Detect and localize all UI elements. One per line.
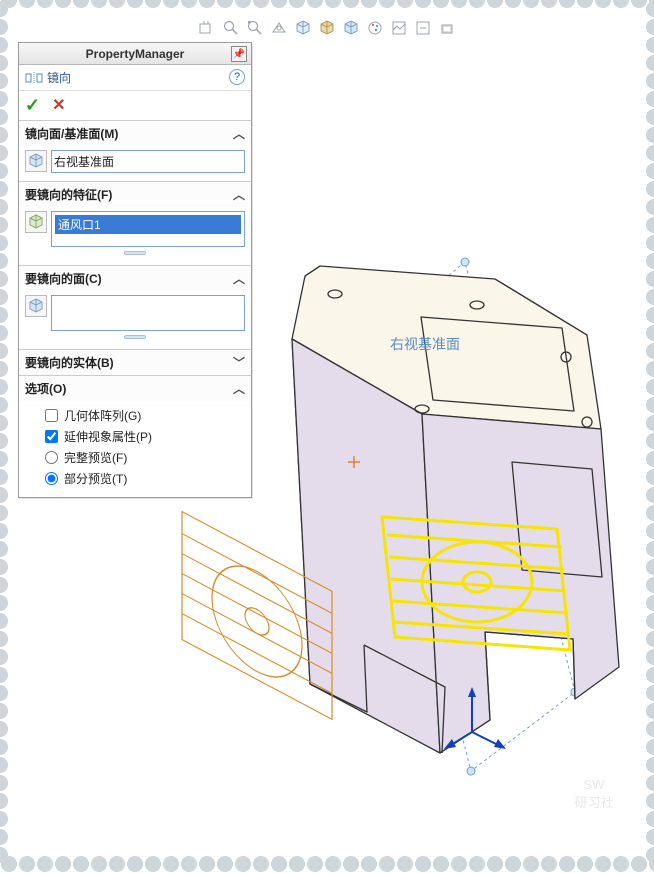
features-label: 要镜向的特征(F)	[25, 186, 112, 203]
geometry-pattern-label: 几何体阵列(G)	[64, 407, 141, 424]
pin-panel-button[interactable]: 📌	[231, 46, 247, 62]
heads-up-view-toolbar	[12, 18, 642, 38]
zoom-to-fit-icon[interactable]	[197, 18, 217, 38]
apply-scene-icon[interactable]	[389, 18, 409, 38]
resize-handle[interactable]	[25, 249, 245, 257]
mirror-plane-label: 镜向面/基准面(M)	[25, 125, 118, 142]
cancel-button[interactable]: ✕	[52, 95, 65, 116]
view-cube-icon[interactable]	[437, 18, 457, 38]
features-section: 要镜向的特征(F) ︿ 通风口1	[19, 181, 251, 265]
features-listbox[interactable]: 通风口1	[51, 211, 245, 247]
bodies-section: 要镜向的实体(B) ﹀	[19, 349, 251, 375]
section-view-icon[interactable]	[269, 18, 289, 38]
full-preview-radio[interactable]	[45, 451, 58, 464]
ok-button[interactable]: ✓	[25, 95, 40, 116]
collapse-icon[interactable]: ︿	[233, 186, 245, 203]
features-selected-item[interactable]: 通风口1	[55, 215, 241, 234]
confirm-row: ✓ ✕	[19, 91, 251, 120]
view-orientation-icon[interactable]	[293, 18, 313, 38]
collapse-icon[interactable]: ︿	[233, 270, 245, 287]
partial-preview-radio[interactable]	[45, 472, 58, 485]
hide-show-items-icon[interactable]	[341, 18, 361, 38]
full-preview-row: 完整预览(F)	[25, 447, 245, 468]
full-preview-label: 完整预览(F)	[64, 449, 127, 466]
mirror-plane-header[interactable]: 镜向面/基准面(M) ︿	[19, 121, 251, 146]
options-section: 选项(O) ︿ 几何体阵列(G) 延伸视象属性(P) 完整预览(F)	[19, 375, 251, 497]
view-setting-dropdown-icon[interactable]	[413, 18, 433, 38]
geometry-pattern-checkbox[interactable]	[45, 409, 58, 422]
feature-title-row: 镜向 ?	[19, 65, 251, 91]
edit-appearance-icon[interactable]	[365, 18, 385, 38]
faces-header[interactable]: 要镜向的面(C) ︿	[19, 266, 251, 291]
propagate-visual-label: 延伸视象属性(P)	[64, 428, 152, 445]
property-manager-panel: PropertyManager 📌 镜向 ? ✓ ✕ 镜向面/基准面(M) ︿	[18, 42, 252, 498]
partial-preview-label: 部分预览(T)	[64, 470, 127, 487]
faces-listbox[interactable]	[51, 295, 245, 331]
options-header[interactable]: 选项(O) ︿	[19, 376, 251, 401]
zoom-area-icon[interactable]	[221, 18, 241, 38]
panel-title: PropertyManager	[86, 47, 185, 61]
features-header[interactable]: 要镜向的特征(F) ︿	[19, 182, 251, 207]
collapse-icon[interactable]: ︿	[233, 380, 245, 397]
faces-label: 要镜向的面(C)	[25, 270, 102, 287]
plane-label[interactable]: 右视基准面	[390, 334, 460, 354]
expand-icon[interactable]: ﹀	[233, 354, 245, 371]
bodies-header[interactable]: 要镜向的实体(B) ﹀	[19, 350, 251, 375]
feature-name-label: 镜向	[47, 69, 71, 86]
face-selector-icon[interactable]	[25, 295, 47, 317]
propagate-visual-checkbox[interactable]	[45, 430, 58, 443]
resize-handle[interactable]	[25, 333, 245, 341]
display-style-icon[interactable]	[317, 18, 337, 38]
help-button[interactable]: ?	[229, 69, 245, 85]
mirror-plane-section: 镜向面/基准面(M) ︿ 右视基准面	[19, 120, 251, 181]
watermark: SW 研习社	[564, 764, 624, 824]
options-label: 选项(O)	[25, 380, 66, 397]
mirror-plane-listbox[interactable]: 右视基准面	[51, 150, 245, 173]
partial-preview-row: 部分预览(T)	[25, 468, 245, 489]
previous-view-icon[interactable]	[245, 18, 265, 38]
geometry-pattern-row: 几何体阵列(G)	[25, 405, 245, 426]
plane-selector-icon[interactable]	[25, 150, 47, 172]
panel-header: PropertyManager 📌	[19, 43, 251, 65]
propagate-visual-row: 延伸视象属性(P)	[25, 426, 245, 447]
feature-selector-icon[interactable]	[25, 211, 47, 233]
faces-section: 要镜向的面(C) ︿	[19, 265, 251, 349]
mirror-feature-icon	[25, 71, 43, 85]
collapse-icon[interactable]: ︿	[233, 125, 245, 142]
bodies-label: 要镜向的实体(B)	[25, 354, 114, 371]
